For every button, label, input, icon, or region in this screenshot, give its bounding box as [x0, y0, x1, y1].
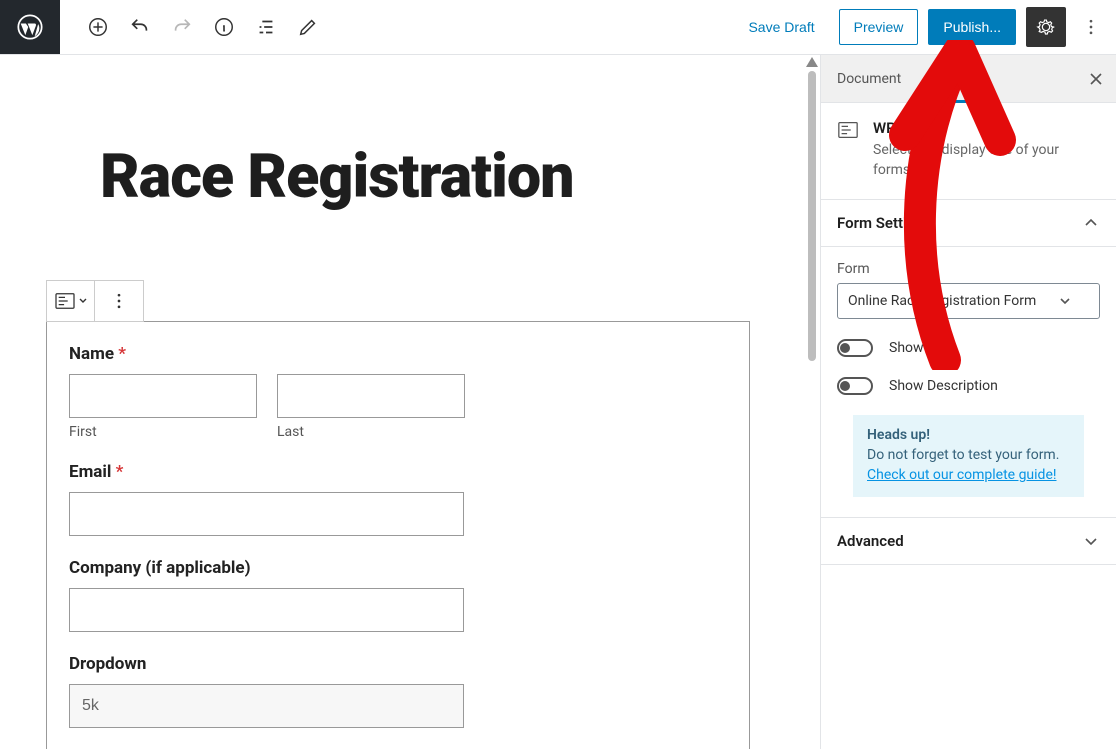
field-label: Dropdown	[69, 654, 727, 674]
add-block-button[interactable]	[80, 9, 116, 45]
chevron-down-icon	[1059, 295, 1071, 307]
advanced-panel-header[interactable]: Advanced	[821, 518, 1116, 565]
form-preview-block[interactable]: Name * First Last Email * Company	[46, 321, 750, 749]
form-settings-body: Form Online Race Registration Form Show …	[821, 247, 1116, 518]
form-test-notice: Heads up! Do not forget to test your for…	[853, 415, 1084, 497]
tab-block[interactable]: Block	[917, 55, 984, 102]
topbar-tools	[60, 0, 326, 54]
block-toolbar	[46, 280, 144, 322]
chevron-down-icon	[78, 296, 88, 306]
dropdown-field: Dropdown	[69, 654, 727, 728]
company-field: Company (if applicable)	[69, 558, 727, 632]
edit-button[interactable]	[290, 9, 326, 45]
field-label: Email	[69, 462, 111, 482]
publish-button[interactable]: Publish...	[928, 9, 1016, 45]
first-name-input[interactable]	[69, 374, 257, 418]
required-marker: *	[118, 344, 126, 364]
save-draft-button[interactable]: Save Draft	[734, 9, 828, 45]
block-card: WPForms Select and display one of your f…	[821, 103, 1116, 200]
company-input[interactable]	[69, 588, 464, 632]
topbar-actions: Save Draft Preview Publish...	[734, 0, 1116, 54]
form-settings-header[interactable]: Form Settings	[821, 200, 1116, 247]
toggle-off-icon	[837, 339, 873, 357]
toggle-label: Show Title	[889, 340, 954, 356]
notice-title: Heads up!	[867, 427, 1070, 443]
notice-message: Do not forget to test your form.	[867, 447, 1070, 463]
chevron-down-icon	[1082, 532, 1100, 550]
close-icon	[1088, 71, 1104, 87]
tab-document[interactable]: Document	[821, 55, 917, 102]
form-block-icon	[837, 119, 859, 141]
email-input[interactable]	[69, 492, 464, 536]
toggle-off-icon	[837, 377, 873, 395]
gear-icon	[1035, 16, 1057, 38]
required-marker: *	[116, 462, 124, 482]
settings-sidebar: Document Block WPForms Select and displa…	[820, 55, 1116, 749]
field-label: Name	[69, 344, 114, 364]
last-name-input[interactable]	[277, 374, 465, 418]
outline-button[interactable]	[248, 9, 284, 45]
preview-button[interactable]: Preview	[839, 9, 919, 45]
editor-canvas[interactable]: Race Registration Name * First	[0, 55, 820, 749]
show-description-toggle[interactable]: Show Description	[837, 377, 1100, 395]
email-field: Email *	[69, 462, 727, 536]
name-field: Name * First Last	[69, 344, 727, 440]
redo-button[interactable]	[164, 9, 200, 45]
last-name-sublabel: Last	[277, 424, 465, 440]
dropdown-input[interactable]	[69, 684, 464, 728]
form-select-value: Online Race Registration Form	[848, 293, 1036, 309]
block-more-button[interactable]	[95, 281, 143, 321]
editor-topbar: Save Draft Preview Publish...	[0, 0, 1116, 55]
undo-button[interactable]	[122, 9, 158, 45]
sidebar-tabs: Document Block	[821, 55, 1116, 103]
scrollbar-thumb[interactable]	[808, 71, 816, 361]
block-card-title: WPForms	[873, 119, 1100, 137]
more-vertical-icon	[1081, 17, 1101, 37]
more-menu-button[interactable]	[1076, 7, 1106, 47]
panel-title: Advanced	[837, 532, 904, 550]
toggle-label: Show Description	[889, 378, 998, 394]
first-name-sublabel: First	[69, 424, 257, 440]
block-card-desc: Select and display one of your forms.	[873, 140, 1100, 181]
more-vertical-icon	[109, 291, 129, 311]
close-sidebar-button[interactable]	[1076, 55, 1116, 102]
scrollbar[interactable]	[806, 57, 818, 749]
chevron-up-icon	[1082, 214, 1100, 232]
form-select[interactable]: Online Race Registration Form	[837, 283, 1100, 319]
wordpress-logo[interactable]	[0, 0, 60, 54]
show-title-toggle[interactable]: Show Title	[837, 339, 1100, 357]
info-button[interactable]	[206, 9, 242, 45]
block-type-button[interactable]	[47, 281, 95, 321]
notice-link[interactable]: Check out our complete guide!	[867, 467, 1057, 483]
panel-title: Form Settings	[837, 214, 932, 232]
page-title[interactable]: Race Registration	[0, 55, 820, 230]
settings-button[interactable]	[1026, 7, 1066, 47]
form-select-label: Form	[837, 261, 1100, 277]
form-block-icon	[54, 292, 76, 310]
field-label: Company (if applicable)	[69, 558, 727, 578]
